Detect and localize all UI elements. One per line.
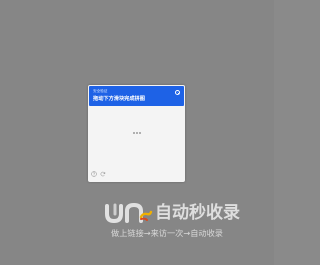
loading-dot: [136, 132, 138, 134]
dialog-subtitle: 安全验证: [93, 89, 108, 93]
refresh-icon[interactable]: [100, 171, 106, 177]
loading-dot: [133, 132, 135, 134]
captcha-dialog: 安全验证 拖动下方滑块完成拼图: [88, 85, 185, 182]
watermark-logo-icon: [105, 202, 153, 224]
site-watermark: 自动秒收录 做上链接→来访一次→自动收录: [103, 201, 271, 241]
loading-dots-icon: [133, 132, 141, 134]
watermark-slogan: 做上链接→来访一次→自动收录: [111, 228, 223, 238]
help-icon[interactable]: [91, 171, 97, 177]
dialog-title: 拖动下方滑块完成拼图: [93, 96, 145, 102]
watermark-site-name: 自动秒收录: [155, 203, 240, 223]
loading-dot: [139, 132, 141, 134]
close-icon[interactable]: [175, 90, 180, 95]
dialog-header: 安全验证 拖动下方滑块完成拼图: [89, 86, 184, 106]
